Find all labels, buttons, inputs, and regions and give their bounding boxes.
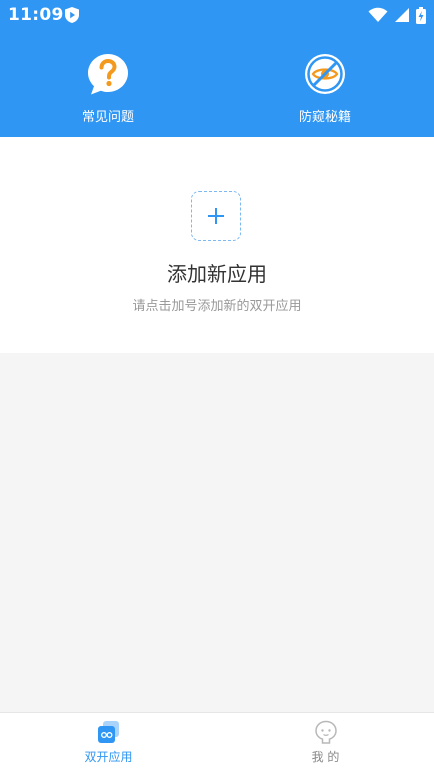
system-icons <box>368 6 426 24</box>
bottom-nav: 双开应用 我 的 <box>0 712 434 772</box>
nav-tab-mine[interactable]: 我 的 <box>217 713 434 772</box>
add-app-title: 添加新应用 <box>167 262 267 286</box>
status-time: 11:09 <box>8 5 64 25</box>
add-app-hint: 请点击加号添加新的双开应用 <box>132 299 302 314</box>
no-peek-eye-icon <box>305 54 345 94</box>
anti-peek-label: 防窥秘籍 <box>298 110 351 125</box>
anti-peek-entry[interactable]: 防窥秘籍 <box>265 52 385 125</box>
faq-entry[interactable]: 常见问题 <box>48 52 168 125</box>
nav-label-mine: 我 的 <box>311 750 340 764</box>
cell-signal-icon <box>395 8 409 22</box>
battery-charging-icon <box>416 6 426 24</box>
profile-face-icon <box>314 720 337 744</box>
add-app-panel: 添加新应用 请点击加号添加新的双开应用 <box>0 137 434 353</box>
header-banner: 11:09 常见问题 防窥秘籍 <box>0 0 434 137</box>
nav-label-dual-apps: 双开应用 <box>84 750 133 764</box>
faq-label: 常见问题 <box>81 110 134 125</box>
question-bubble-icon <box>88 54 128 95</box>
dual-apps-icon <box>97 721 119 743</box>
wifi-icon <box>368 7 388 22</box>
status-bar: 11:09 <box>0 0 434 30</box>
shield-play-icon <box>65 7 79 23</box>
nav-tab-dual-apps[interactable]: 双开应用 <box>0 713 217 772</box>
add-app-button[interactable] <box>191 191 241 241</box>
plus-icon <box>208 208 224 224</box>
